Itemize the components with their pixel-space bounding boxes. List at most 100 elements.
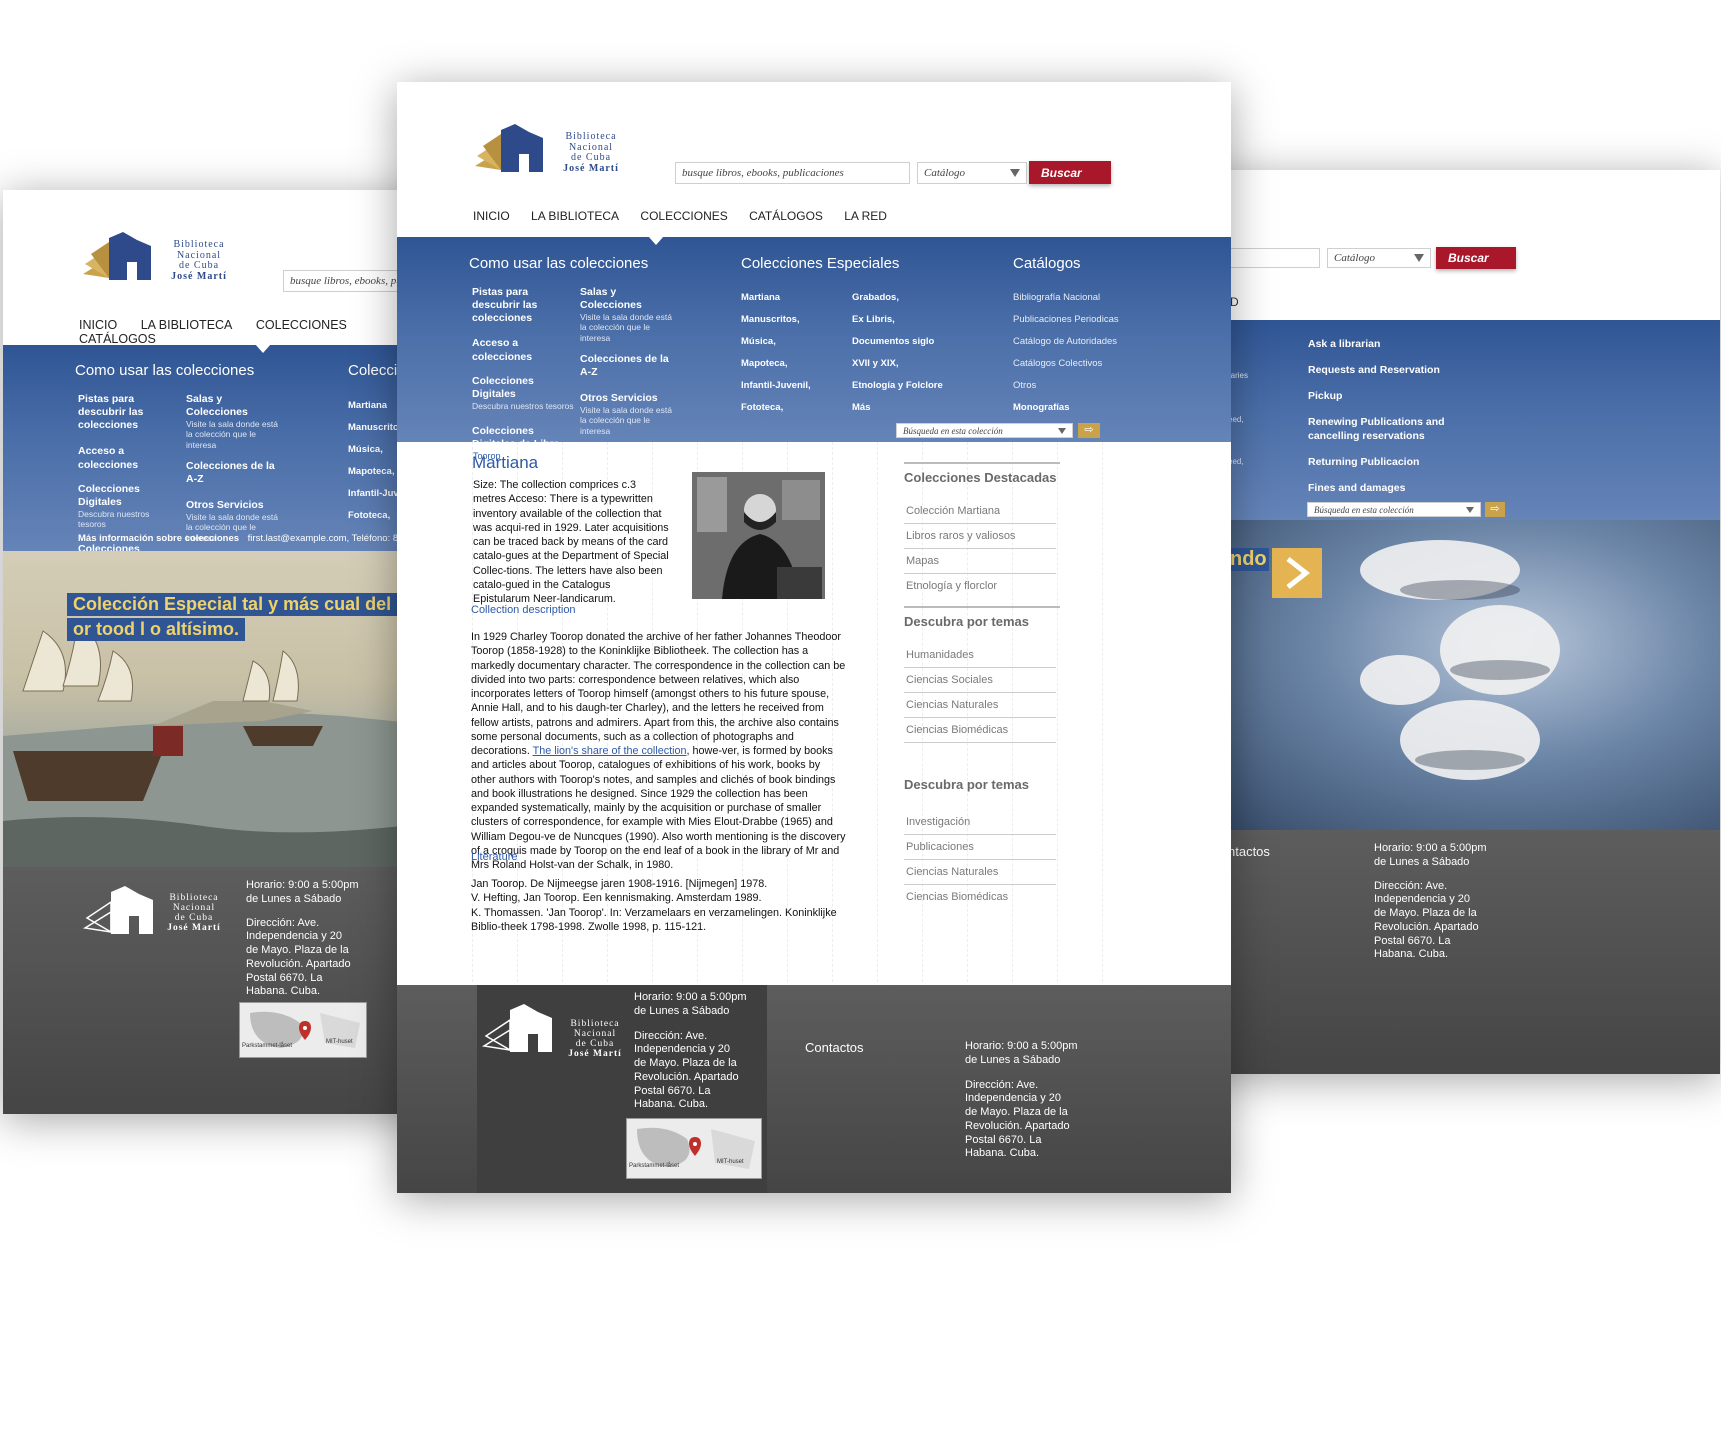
sidebar-link[interactable]: Ciencias Naturales: [904, 860, 1056, 885]
sidebar-heading-temas: Descubra por temas: [904, 606, 1060, 643]
collection-search-input[interactable]: Búsqueda en esta colección: [1307, 502, 1481, 517]
mega-especial-item[interactable]: Más: [852, 397, 943, 419]
nav-catalogos[interactable]: CATÁLOGOS: [749, 209, 823, 223]
menu-link-returning[interactable]: Returning Publicacion: [1308, 456, 1448, 469]
hero-banner[interactable]: ndo: [1200, 520, 1720, 830]
mega-especial-item[interactable]: Música,: [741, 331, 811, 353]
mega-especial-item[interactable]: Infantil-Juvenil,: [741, 375, 811, 397]
sidebar-link[interactable]: Investigación: [904, 810, 1056, 835]
mega-especial-item[interactable]: Martiana: [741, 287, 811, 309]
footer-logo-icon: [481, 1004, 552, 1052]
more-info-link[interactable]: Más información sobre colecciones: [78, 533, 239, 544]
sidebar-link[interactable]: Ciencias Biomédicas: [904, 718, 1056, 743]
mega-link-pistas[interactable]: Pistas para descubrir las colecciones: [78, 393, 178, 432]
mega-especial-item[interactable]: Música,: [348, 439, 404, 461]
menu-link-renewing[interactable]: Renewing Publications and cancelling res…: [1308, 416, 1448, 442]
mega-catalogo-item[interactable]: Bibliografía Nacional: [1013, 287, 1119, 309]
logo[interactable]: Biblioteca Nacional de Cuba José Martí: [471, 120, 631, 180]
nav-inicio[interactable]: INICIO: [79, 318, 117, 332]
search-input[interactable]: busque libros, ebooks, publicaciones: [675, 162, 910, 184]
mega-especial-item[interactable]: Mapoteca,: [348, 461, 404, 483]
literature-heading[interactable]: Literature: [471, 851, 517, 863]
hero-next-button[interactable]: [1272, 548, 1322, 598]
sidebar-link[interactable]: Humanidades: [904, 643, 1056, 668]
search-button[interactable]: Buscar: [1029, 161, 1111, 184]
mega-link-digitales-label: Colecciones Digitales: [472, 374, 534, 400]
footer-hours: Horario: 9:00 a 5:00pm de Lunes a Sábado …: [634, 991, 747, 1111]
mega-link-acceso[interactable]: Acceso a colecciones: [472, 337, 574, 363]
footer-logo[interactable]: Biblioteca Nacional de Cuba José Martí: [480, 1000, 630, 1060]
mega-especial-item[interactable]: Infantil-Juve: [348, 483, 404, 505]
sidebar-link[interactable]: Publicaciones: [904, 835, 1056, 860]
mega-link-digitales[interactable]: Colecciones Digitales Descubra nuestros t…: [472, 375, 574, 411]
collection-search-go-button[interactable]: ⇨: [1485, 502, 1505, 517]
chevron-down-icon: [1058, 427, 1066, 434]
mega-especial-item[interactable]: Documentos siglo: [852, 331, 943, 353]
nav-biblioteca[interactable]: LA BIBLIOTECA: [531, 209, 619, 223]
search-button[interactable]: Buscar: [1436, 247, 1516, 269]
mega-catalogo-item[interactable]: Monografías: [1013, 397, 1119, 419]
mega-link-a-z[interactable]: Colecciones de la A-Z: [186, 460, 286, 486]
nav-la-red[interactable]: LA RED: [844, 209, 887, 223]
sidebar-link[interactable]: Ciencias Biomédicas: [904, 885, 1056, 909]
mega-catalogo-item[interactable]: Publicaciones Periodicas: [1013, 309, 1119, 331]
sidebar-link[interactable]: Ciencias Naturales: [904, 693, 1056, 718]
mega-link-salas[interactable]: Salas y Colecciones Visite la sala donde …: [186, 393, 286, 450]
catalog-select[interactable]: Catálogo: [1327, 248, 1431, 268]
menu-link-requests[interactable]: Requests and Reservation: [1308, 364, 1448, 377]
mega-link-digitales-sub: Descubra nuestros tesoros: [78, 508, 150, 530]
footer-contactos: Contactos: [805, 1040, 864, 1055]
text-fragment: raries: [1228, 371, 1249, 380]
lions-share-link[interactable]: The lion's share of the collection: [533, 745, 687, 757]
menu-link-pickup[interactable]: Pickup: [1308, 390, 1448, 403]
nav-colecciones[interactable]: COLECCIONES: [640, 209, 727, 223]
mega-link-a-z[interactable]: Colecciones de la A-Z: [580, 353, 680, 379]
mega-especial-item[interactable]: Fototeca,: [741, 397, 811, 419]
nav-catalogos[interactable]: CATÁLOGOS: [79, 332, 156, 346]
mega-link-salas[interactable]: Salas y Colecciones Visite la sala donde …: [580, 286, 680, 343]
sidebar-link[interactable]: Ciencias Sociales: [904, 668, 1056, 693]
nav-inicio[interactable]: INICIO: [473, 209, 510, 223]
mega-especial-item[interactable]: Fototeca,: [348, 505, 404, 527]
mega-catalogo-item[interactable]: Catálogo de Autoridades: [1013, 331, 1119, 353]
footer: ntactos Horario: 9:00 a 5:00pm de Lunes a…: [1200, 830, 1720, 1074]
mega-catalogo-item[interactable]: Otros: [1013, 375, 1119, 397]
catalog-select[interactable]: Catálogo: [917, 162, 1027, 184]
mega-especial-item[interactable]: Manuscritos: [348, 417, 404, 439]
mega-link-salas-label: Salas y Colecciones: [580, 286, 642, 312]
mega-link-otros-label: Otros Servicios: [186, 499, 264, 512]
nav-biblioteca[interactable]: LA BIBLIOTECA: [141, 318, 233, 332]
mega-especial-item[interactable]: XVII y XIX,: [852, 353, 943, 375]
sidebar-link[interactable]: Colección Martiana: [904, 499, 1056, 524]
collection-search-go-button[interactable]: ⇨: [1078, 423, 1100, 438]
sidebar: Colecciones Destacadas Colección Martian…: [904, 462, 1060, 909]
mega-link-digitales[interactable]: Colecciones Digitales Descubra nuestros t…: [78, 483, 178, 530]
footer-logo[interactable]: Biblioteca Nacional de Cuba José Martí: [81, 882, 231, 942]
mega-especial-item[interactable]: Manuscritos,: [741, 309, 811, 331]
logo[interactable]: Biblioteca Nacional de Cuba José Martí: [79, 228, 239, 288]
sidebar-link[interactable]: Etnología y florclor: [904, 574, 1056, 598]
location-map[interactable]: Parkstammet-låset MIT-huset: [239, 1002, 367, 1058]
text-fragment: eed,: [1228, 415, 1244, 424]
mega-especial-item[interactable]: Mapoteca,: [741, 353, 811, 375]
mega-especial-item[interactable]: Ex Libris,: [852, 309, 943, 331]
mega-especial-item[interactable]: Grabados,: [852, 287, 943, 309]
mega-catalogo-item[interactable]: Catálogos Colectivos: [1013, 353, 1119, 375]
mega-link-acceso[interactable]: Acceso a colecciones: [78, 445, 178, 471]
nav-colecciones[interactable]: COLECCIONES: [256, 318, 347, 332]
mega-link-pistas[interactable]: Pistas para descubrir las colecciones: [472, 286, 574, 325]
footer-hours: Horario: 9:00 a 5:00pm de Lunes a Sábado …: [1374, 842, 1487, 961]
menu-link-ask-librarian[interactable]: Ask a librarian: [1308, 338, 1448, 351]
menu-pointer: [255, 344, 271, 353]
mega-link-otros[interactable]: Otros Servicios Visite la sala donde está…: [580, 392, 680, 436]
sidebar-link[interactable]: Mapas: [904, 549, 1056, 574]
mega-especial-item[interactable]: Martiana: [348, 395, 404, 417]
main-nav: INICIO LA BIBLIOTECA COLECCIONES CATÁLOG…: [79, 318, 440, 346]
menu-link-fines[interactable]: Fines and damages: [1308, 482, 1448, 495]
hero-banner[interactable]: Colección Especial tal y más cual del or…: [3, 551, 440, 867]
collection-search-input[interactable]: Búsqueda en esta colección: [896, 423, 1073, 438]
location-map[interactable]: Parkstammet-låset MIT-huset: [626, 1118, 762, 1179]
collection-description-heading[interactable]: Collection description: [471, 604, 576, 616]
mega-especial-item[interactable]: Etnología y Folclore: [852, 375, 943, 397]
sidebar-link[interactable]: Libros raros y valiosos: [904, 524, 1056, 549]
